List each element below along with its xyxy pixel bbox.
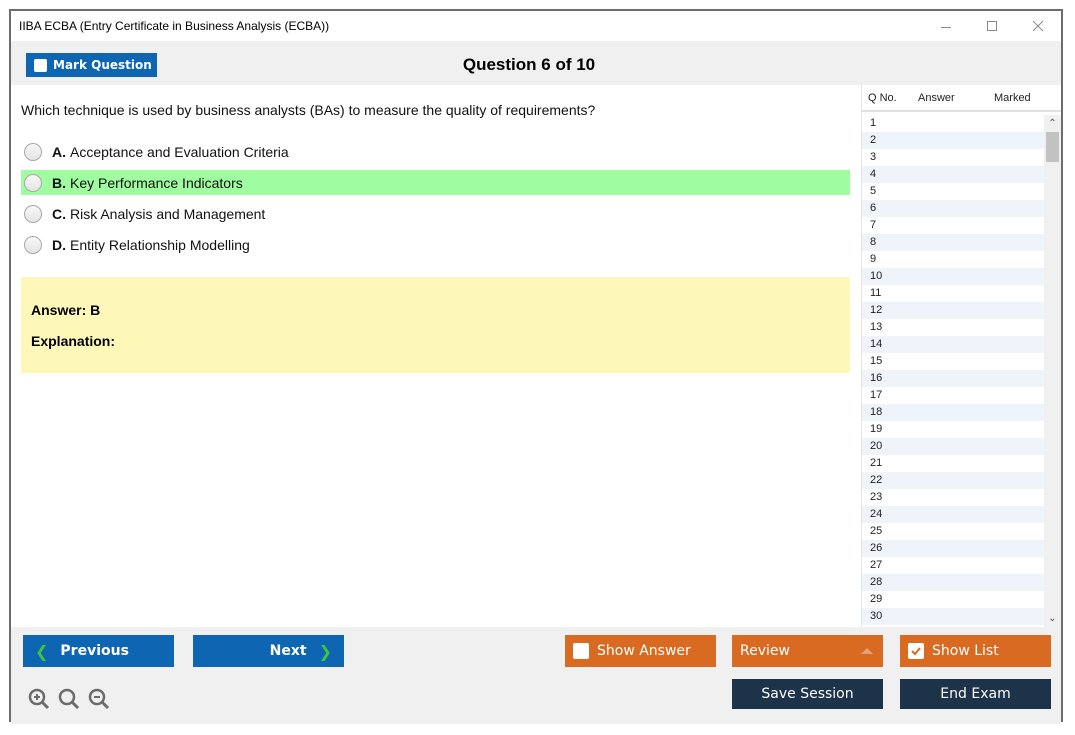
question-list-row[interactable]: 6 — [862, 200, 1045, 217]
next-button[interactable]: Next ❯ — [193, 635, 344, 667]
review-label: Review — [740, 643, 790, 659]
close-icon — [1032, 20, 1044, 32]
question-list-row[interactable]: 20 — [862, 438, 1045, 455]
header-q-no[interactable]: Q No. — [862, 92, 918, 104]
question-list-row[interactable]: 15 — [862, 353, 1045, 370]
maximize-button[interactable] — [969, 11, 1015, 41]
radio-button[interactable] — [24, 204, 42, 223]
option-d[interactable]: D. Entity Relationship Modelling — [21, 232, 850, 257]
question-list-scrollbar[interactable]: ⌃ ⌄ — [1044, 115, 1061, 627]
question-text: Which technique is used by business anal… — [21, 102, 596, 118]
option-letter: B. — [52, 174, 66, 191]
radio-button[interactable] — [24, 142, 42, 161]
show-list-label: Show List — [932, 643, 999, 659]
previous-button[interactable]: ❮ Previous — [23, 635, 174, 667]
checkbox-icon[interactable] — [573, 643, 589, 659]
question-list-row[interactable]: 22 — [862, 472, 1045, 489]
zoom-in-icon[interactable] — [27, 687, 51, 711]
explanation-label: Explanation: — [31, 333, 116, 349]
previous-label: Previous — [60, 643, 129, 659]
zoom-controls — [27, 687, 111, 711]
caret-up-icon — [861, 648, 873, 654]
minimize-button[interactable] — [923, 11, 969, 41]
question-list-row[interactable]: 1 — [862, 115, 1045, 132]
answer-options: A. Acceptance and Evaluation Criteria B.… — [21, 139, 850, 263]
chevron-down-icon: ⌄ — [1048, 613, 1057, 624]
question-list-row[interactable]: 7 — [862, 217, 1045, 234]
option-letter: A. — [52, 143, 66, 160]
chevron-up-icon: ⌃ — [1048, 118, 1057, 129]
title-bar: IIBA ECBA (Entry Certificate in Business… — [11, 11, 1061, 41]
app-window: IIBA ECBA (Entry Certificate in Business… — [9, 9, 1063, 724]
question-list-row[interactable]: 24 — [862, 506, 1045, 523]
show-list-button[interactable]: Show List — [900, 635, 1051, 667]
option-text: Entity Relationship Modelling — [70, 236, 250, 253]
question-list-row[interactable]: 28 — [862, 574, 1045, 591]
next-label: Next — [269, 643, 307, 659]
question-list-row[interactable]: 18 — [862, 404, 1045, 421]
question-counter: Question 6 of 10 — [462, 55, 596, 74]
question-list-row[interactable]: 29 — [862, 591, 1045, 608]
question-list-row[interactable]: 23 — [862, 489, 1045, 506]
question-panel: Which technique is used by business anal… — [11, 85, 859, 627]
question-list-row[interactable]: 10 — [862, 268, 1045, 285]
radio-button[interactable] — [24, 173, 42, 192]
zoom-reset-icon[interactable] — [57, 687, 81, 711]
chevron-left-icon: ❮ — [35, 641, 49, 661]
question-list-row[interactable]: 13 — [862, 319, 1045, 336]
question-list-row[interactable]: 19 — [862, 421, 1045, 438]
window-title: IIBA ECBA (Entry Certificate in Business… — [19, 19, 330, 33]
scroll-up-button[interactable]: ⌃ — [1044, 115, 1061, 132]
bottom-toolbar: ❮ Previous Next ❯ Show Answer Review Sho… — [11, 627, 1061, 724]
scroll-thumb[interactable] — [1046, 132, 1059, 162]
question-list-row[interactable]: 12 — [862, 302, 1045, 319]
zoom-out-icon[interactable] — [87, 687, 111, 711]
question-list-row[interactable]: 8 — [862, 234, 1045, 251]
option-text: Key Performance Indicators — [70, 174, 243, 191]
question-list-header: Q No. Answer Marked — [862, 85, 1061, 112]
checkbox-checked-icon[interactable] — [908, 643, 924, 659]
review-dropdown[interactable]: Review — [732, 635, 883, 667]
question-list-row[interactable]: 14 — [862, 336, 1045, 353]
answer-label: Answer: B — [31, 302, 101, 318]
question-list-row[interactable]: 3 — [862, 149, 1045, 166]
question-list-row[interactable]: 16 — [862, 370, 1045, 387]
question-list-row[interactable]: 25 — [862, 523, 1045, 540]
question-list-row[interactable]: 11 — [862, 285, 1045, 302]
show-answer-button[interactable]: Show Answer — [565, 635, 716, 667]
option-b[interactable]: B. Key Performance Indicators — [21, 170, 850, 195]
question-list-row[interactable]: 26 — [862, 540, 1045, 557]
show-answer-label: Show Answer — [597, 643, 691, 659]
question-list-row[interactable]: 4 — [862, 166, 1045, 183]
question-list-row[interactable]: 17 — [862, 387, 1045, 404]
question-list-row[interactable]: 2 — [862, 132, 1045, 149]
header-marked[interactable]: Marked — [994, 92, 1054, 104]
question-list: 1 2 3 4 5 6 7 8 9 10 11 12 13 14 15 16 17 18 19 20 21 22 23 24 2… — [862, 115, 1045, 627]
option-c[interactable]: C. Risk Analysis and Management — [21, 201, 850, 226]
window-controls — [923, 11, 1061, 41]
question-list-row[interactable]: 9 — [862, 251, 1045, 268]
question-list-row[interactable]: 27 — [862, 557, 1045, 574]
minimize-icon — [941, 26, 951, 28]
chevron-right-icon: ❯ — [318, 641, 332, 661]
option-text: Risk Analysis and Management — [70, 205, 266, 222]
option-letter: C. — [52, 205, 66, 222]
end-exam-button[interactable]: End Exam — [900, 679, 1051, 709]
save-session-button[interactable]: Save Session — [732, 679, 883, 709]
header-answer[interactable]: Answer — [918, 92, 994, 104]
question-list-row[interactable]: 30 — [862, 608, 1045, 625]
question-list-row[interactable]: 5 — [862, 183, 1045, 200]
answer-explanation-box: Answer: B Explanation: — [21, 277, 850, 373]
maximize-icon — [987, 21, 997, 31]
scroll-down-button[interactable]: ⌄ — [1044, 610, 1061, 627]
question-list-panel: Q No. Answer Marked 1 2 3 4 5 6 7 8 9 10 11 12 13 14 1… — [861, 85, 1061, 627]
radio-button[interactable] — [24, 235, 42, 254]
option-a[interactable]: A. Acceptance and Evaluation Criteria — [21, 139, 850, 164]
question-list-row[interactable]: 21 — [862, 455, 1045, 472]
close-button[interactable] — [1015, 11, 1061, 41]
top-toolbar: Mark Question Question 6 of 10 — [11, 41, 1061, 85]
option-letter: D. — [52, 236, 66, 253]
option-text: Acceptance and Evaluation Criteria — [70, 143, 289, 160]
